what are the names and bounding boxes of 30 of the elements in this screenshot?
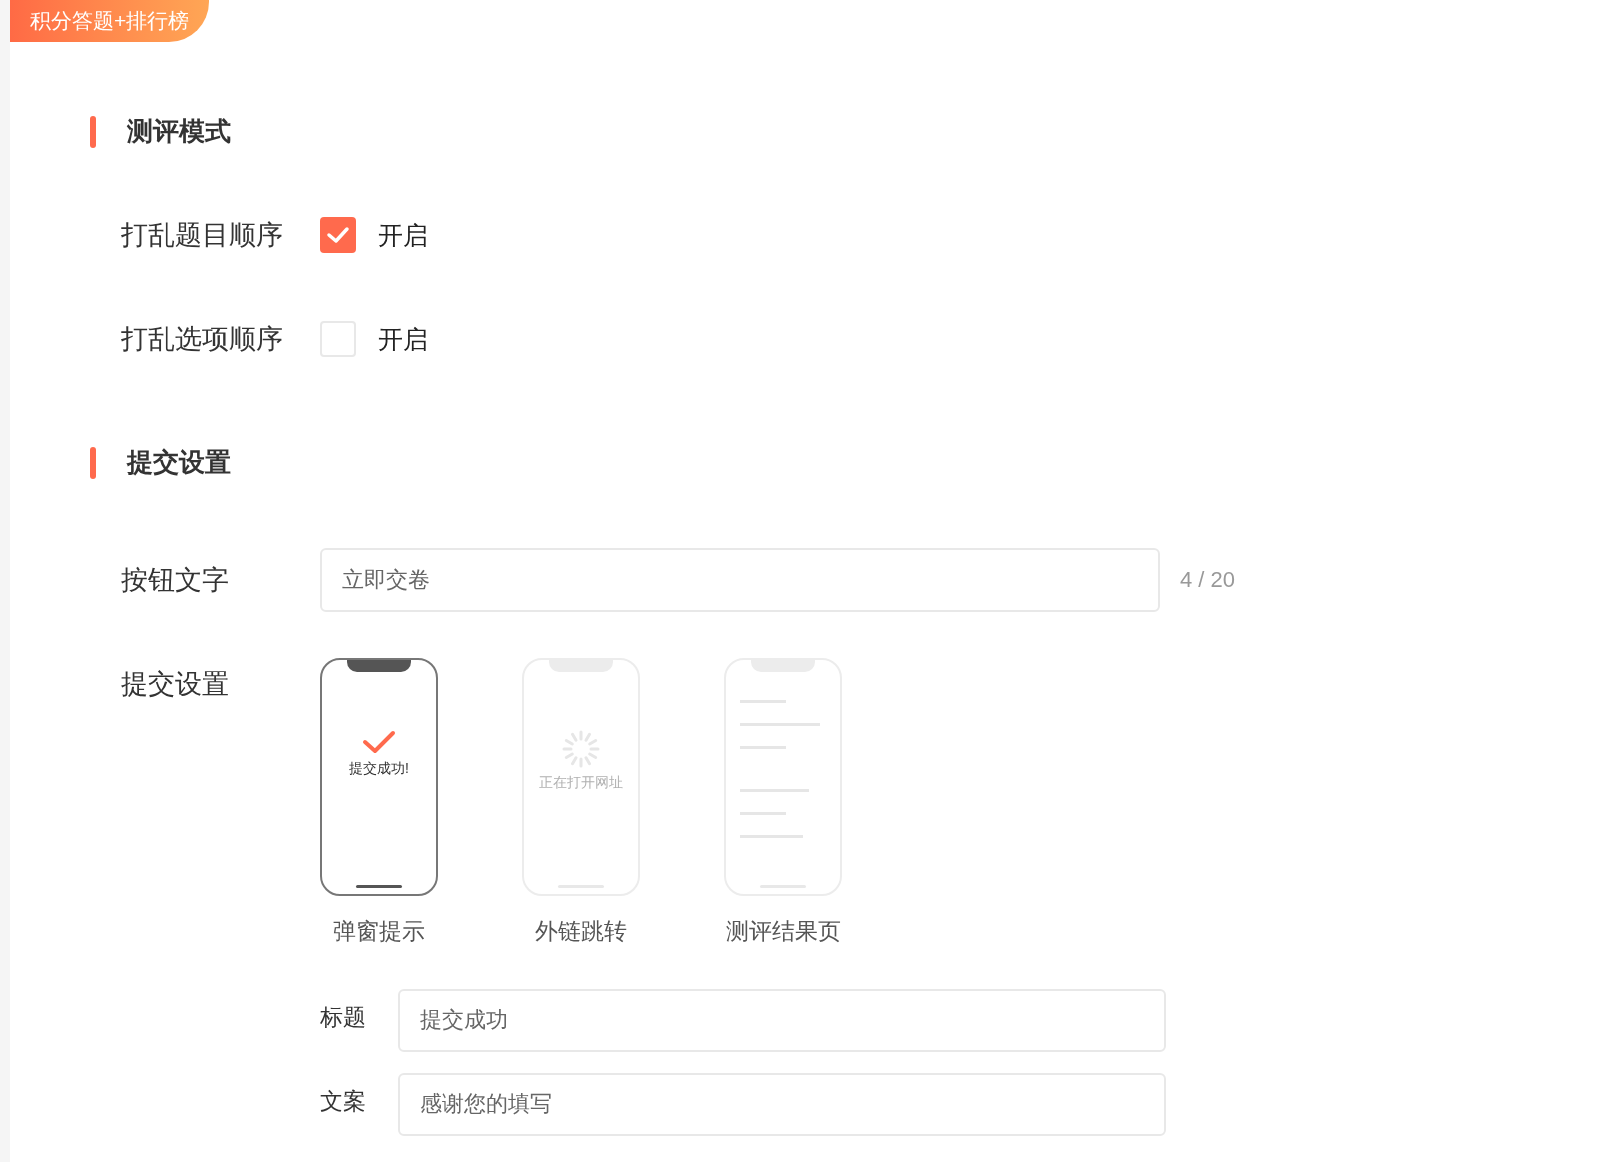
phone-notch — [347, 660, 411, 672]
option-label: 测评结果页 — [725, 917, 841, 946]
checkbox[interactable] — [320, 217, 356, 253]
section-title: 提交设置 — [127, 446, 231, 479]
option-label: 开启 — [378, 220, 428, 251]
field-label: 标题 — [320, 1002, 367, 1032]
phone-option[interactable] — [724, 658, 842, 896]
field-label: 提交设置 — [121, 668, 230, 701]
text-input[interactable]: 提交成功 — [398, 988, 1166, 1052]
spinner-icon — [562, 730, 600, 768]
title-badge: 积分答题+排行榜 — [10, 0, 210, 42]
check-icon — [362, 730, 396, 754]
field-label: 打乱题目顺序 — [121, 219, 284, 252]
home-indicator — [356, 885, 402, 888]
field-label: 按钮文字 — [121, 564, 230, 597]
section-title: 测评模式 — [127, 115, 231, 148]
field-label: 文案 — [320, 1086, 367, 1116]
check-icon — [326, 226, 350, 244]
option-label: 外链跳转 — [535, 917, 627, 946]
section-marker — [90, 115, 96, 148]
text-input[interactable]: 立即交卷 — [320, 548, 1160, 612]
phone-option[interactable]: 提交成功! — [320, 658, 438, 896]
section-marker — [90, 446, 96, 479]
option-label: 开启 — [378, 324, 428, 355]
option-label: 弹窗提示 — [333, 917, 425, 946]
text-input[interactable]: 感谢您的填写 — [398, 1072, 1166, 1136]
character-counter: 4 / 20 — [1180, 566, 1236, 594]
field-label: 打乱选项顺序 — [121, 323, 284, 356]
loading-message: 正在打开网址 — [539, 773, 623, 792]
success-message: 提交成功! — [349, 759, 409, 778]
